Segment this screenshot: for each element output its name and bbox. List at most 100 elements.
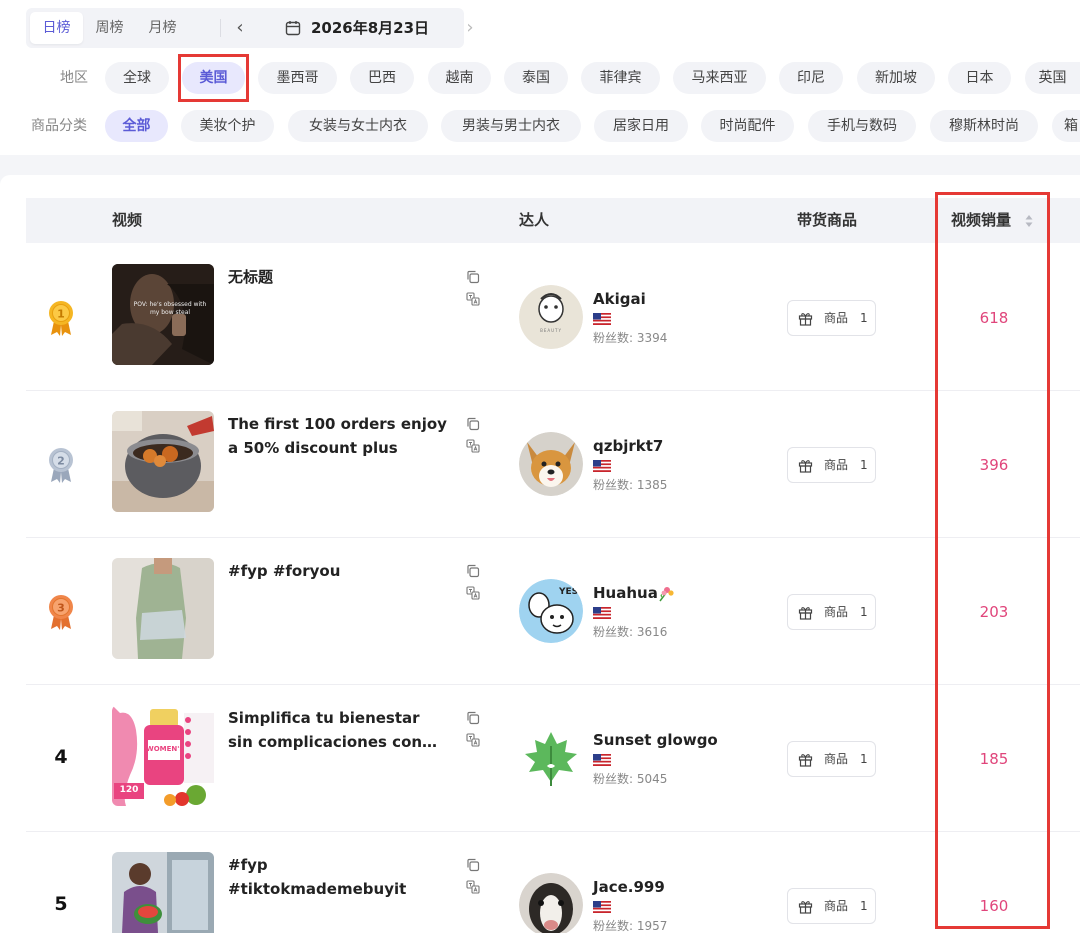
video-sales: 618 <box>979 309 1009 327</box>
video-thumbnail[interactable] <box>112 852 214 933</box>
current-date[interactable]: 2026年8月23日 <box>311 8 429 48</box>
avatar[interactable] <box>519 873 583 933</box>
avatar[interactable] <box>519 285 583 349</box>
svg-text:2: 2 <box>57 455 65 468</box>
translate-icon[interactable] <box>466 586 480 600</box>
us-flag-icon <box>593 460 611 472</box>
header-sales[interactable]: 视频销量 <box>951 198 1011 243</box>
category-chip-home[interactable]: 居家日用 <box>594 110 688 142</box>
region-chip-mexico[interactable]: 墨西哥 <box>258 62 337 94</box>
creator-name[interactable]: Huahua <box>593 584 658 602</box>
video-sales: 203 <box>979 603 1009 621</box>
copy-icon[interactable] <box>466 270 480 284</box>
translate-icon[interactable] <box>466 880 480 894</box>
region-chip-us[interactable]: 美国 <box>182 62 245 94</box>
avatar[interactable] <box>519 432 583 496</box>
category-chip-beauty[interactable]: 美妆个护 <box>181 110 274 142</box>
next-date-button[interactable]: › <box>456 8 484 48</box>
table-row[interactable]: 1 POV: he's obsessed with my bow steal 无… <box>26 244 1080 391</box>
table-row[interactable]: 5 #fyp #tiktokmademebuyit #tiktokshop… J… <box>26 832 1080 933</box>
divider <box>220 19 221 37</box>
category-chip-luggage[interactable]: 箱 <box>1052 110 1080 142</box>
translate-icon[interactable] <box>466 439 480 453</box>
flower-emoji-icon <box>659 587 674 602</box>
copy-icon[interactable] <box>466 417 480 431</box>
rank-number: 4 <box>54 746 68 768</box>
category-chip-all[interactable]: 全部 <box>105 110 168 142</box>
creator-fans: 粉丝数: 5045 <box>593 772 668 786</box>
creator-name[interactable]: qzbjrkt7 <box>593 437 663 455</box>
prev-date-button[interactable]: ‹ <box>226 8 254 48</box>
product-label: 商品 <box>824 899 849 913</box>
product-label: 商品 <box>824 752 849 766</box>
creator-fans: 粉丝数: 3616 <box>593 625 668 639</box>
avatar[interactable]: YES <box>519 579 583 643</box>
thumbnail-heading: WOMEN'S <box>146 745 182 753</box>
svg-text:1: 1 <box>57 308 65 321</box>
video-thumbnail[interactable] <box>112 558 214 659</box>
product-count: 1 <box>860 752 868 766</box>
category-chip-menswear[interactable]: 男装与男士内衣 <box>441 110 581 142</box>
region-chip-global[interactable]: 全球 <box>105 62 169 94</box>
product-button[interactable]: 商品 1 <box>787 888 876 924</box>
tab-monthly[interactable]: 月榜 <box>136 12 189 44</box>
region-chip-thailand[interactable]: 泰国 <box>504 62 568 94</box>
calendar-icon <box>285 21 301 36</box>
product-button[interactable]: 商品 1 <box>787 741 876 777</box>
video-title[interactable]: The first 100 orders enjoy a 50% discoun… <box>228 412 448 460</box>
copy-icon[interactable] <box>466 858 480 872</box>
product-label: 商品 <box>824 458 849 472</box>
region-chip-singapore[interactable]: 新加坡 <box>857 62 935 94</box>
gift-icon <box>798 607 813 620</box>
table-row[interactable]: 4 WOMEN'S 120 Simplifica tu bienestar si… <box>26 685 1080 832</box>
table-header: 视频 达人 带货商品 视频销量 <box>26 198 1080 243</box>
copy-icon[interactable] <box>466 711 480 725</box>
product-button[interactable]: 商品 1 <box>787 447 876 483</box>
region-chip-malaysia[interactable]: 马来西亚 <box>673 62 766 94</box>
video-sales: 185 <box>979 750 1009 768</box>
video-title[interactable]: 无标题 <box>228 265 448 289</box>
tab-daily[interactable]: 日榜 <box>30 12 83 44</box>
creator-name[interactable]: Sunset glowgo <box>593 731 718 749</box>
product-label: 商品 <box>824 605 849 619</box>
region-chip-japan[interactable]: 日本 <box>948 62 1011 94</box>
avatar[interactable] <box>519 726 583 790</box>
svg-text:3: 3 <box>57 602 65 615</box>
rank-number: 5 <box>54 893 68 915</box>
region-chip-brazil[interactable]: 巴西 <box>350 62 414 94</box>
gift-icon <box>798 754 813 767</box>
table-row[interactable]: 3 #fyp #foryou #tiktokshop YES Huahua 粉丝… <box>26 538 1080 685</box>
sort-icon[interactable] <box>1025 214 1033 228</box>
video-title[interactable]: #fyp #tiktokmademebuyit #tiktokshop… <box>228 853 448 901</box>
video-title[interactable]: #fyp #foryou #tiktokshop <box>228 559 448 583</box>
region-chip-uk[interactable]: 英国 <box>1025 62 1080 94</box>
region-chip-vietnam[interactable]: 越南 <box>428 62 491 94</box>
us-flag-icon <box>593 607 611 619</box>
avatar-brand-text: BEAUTY <box>540 328 562 333</box>
table-row[interactable]: 2 The first 100 orders enjoy a 50% disco… <box>26 391 1080 538</box>
copy-icon[interactable] <box>466 564 480 578</box>
creator-name[interactable]: Akigai <box>593 290 646 308</box>
gift-icon <box>798 901 813 914</box>
product-button[interactable]: 商品 1 <box>787 594 876 630</box>
product-button[interactable]: 商品 1 <box>787 300 876 336</box>
category-chip-muslim-fashion[interactable]: 穆斯林时尚 <box>930 110 1038 142</box>
category-chip-womenswear[interactable]: 女装与女士内衣 <box>288 110 428 142</box>
tab-weekly[interactable]: 周榜 <box>83 12 136 44</box>
product-count: 1 <box>860 458 868 472</box>
header-products: 带货商品 <box>797 211 858 229</box>
translate-icon[interactable] <box>466 733 480 747</box>
video-thumbnail[interactable] <box>112 411 214 512</box>
date-switch: 日榜 周榜 月榜 ‹ 2026年8月23日 › <box>26 8 474 48</box>
region-label: 地区 <box>60 70 88 86</box>
video-title[interactable]: Simplifica tu bienestar sin complicacion… <box>228 706 448 754</box>
bronze-medal-icon: 3 <box>49 595 73 630</box>
header-creator: 达人 <box>519 211 550 229</box>
category-chip-phones[interactable]: 手机与数码 <box>808 110 916 142</box>
translate-icon[interactable] <box>466 292 480 306</box>
category-chip-accessories[interactable]: 时尚配件 <box>701 110 794 142</box>
region-chip-indonesia[interactable]: 印尼 <box>779 62 843 94</box>
region-chip-philippines[interactable]: 菲律宾 <box>581 62 660 94</box>
gift-icon <box>798 313 813 326</box>
creator-name[interactable]: Jace.999 <box>593 878 665 896</box>
